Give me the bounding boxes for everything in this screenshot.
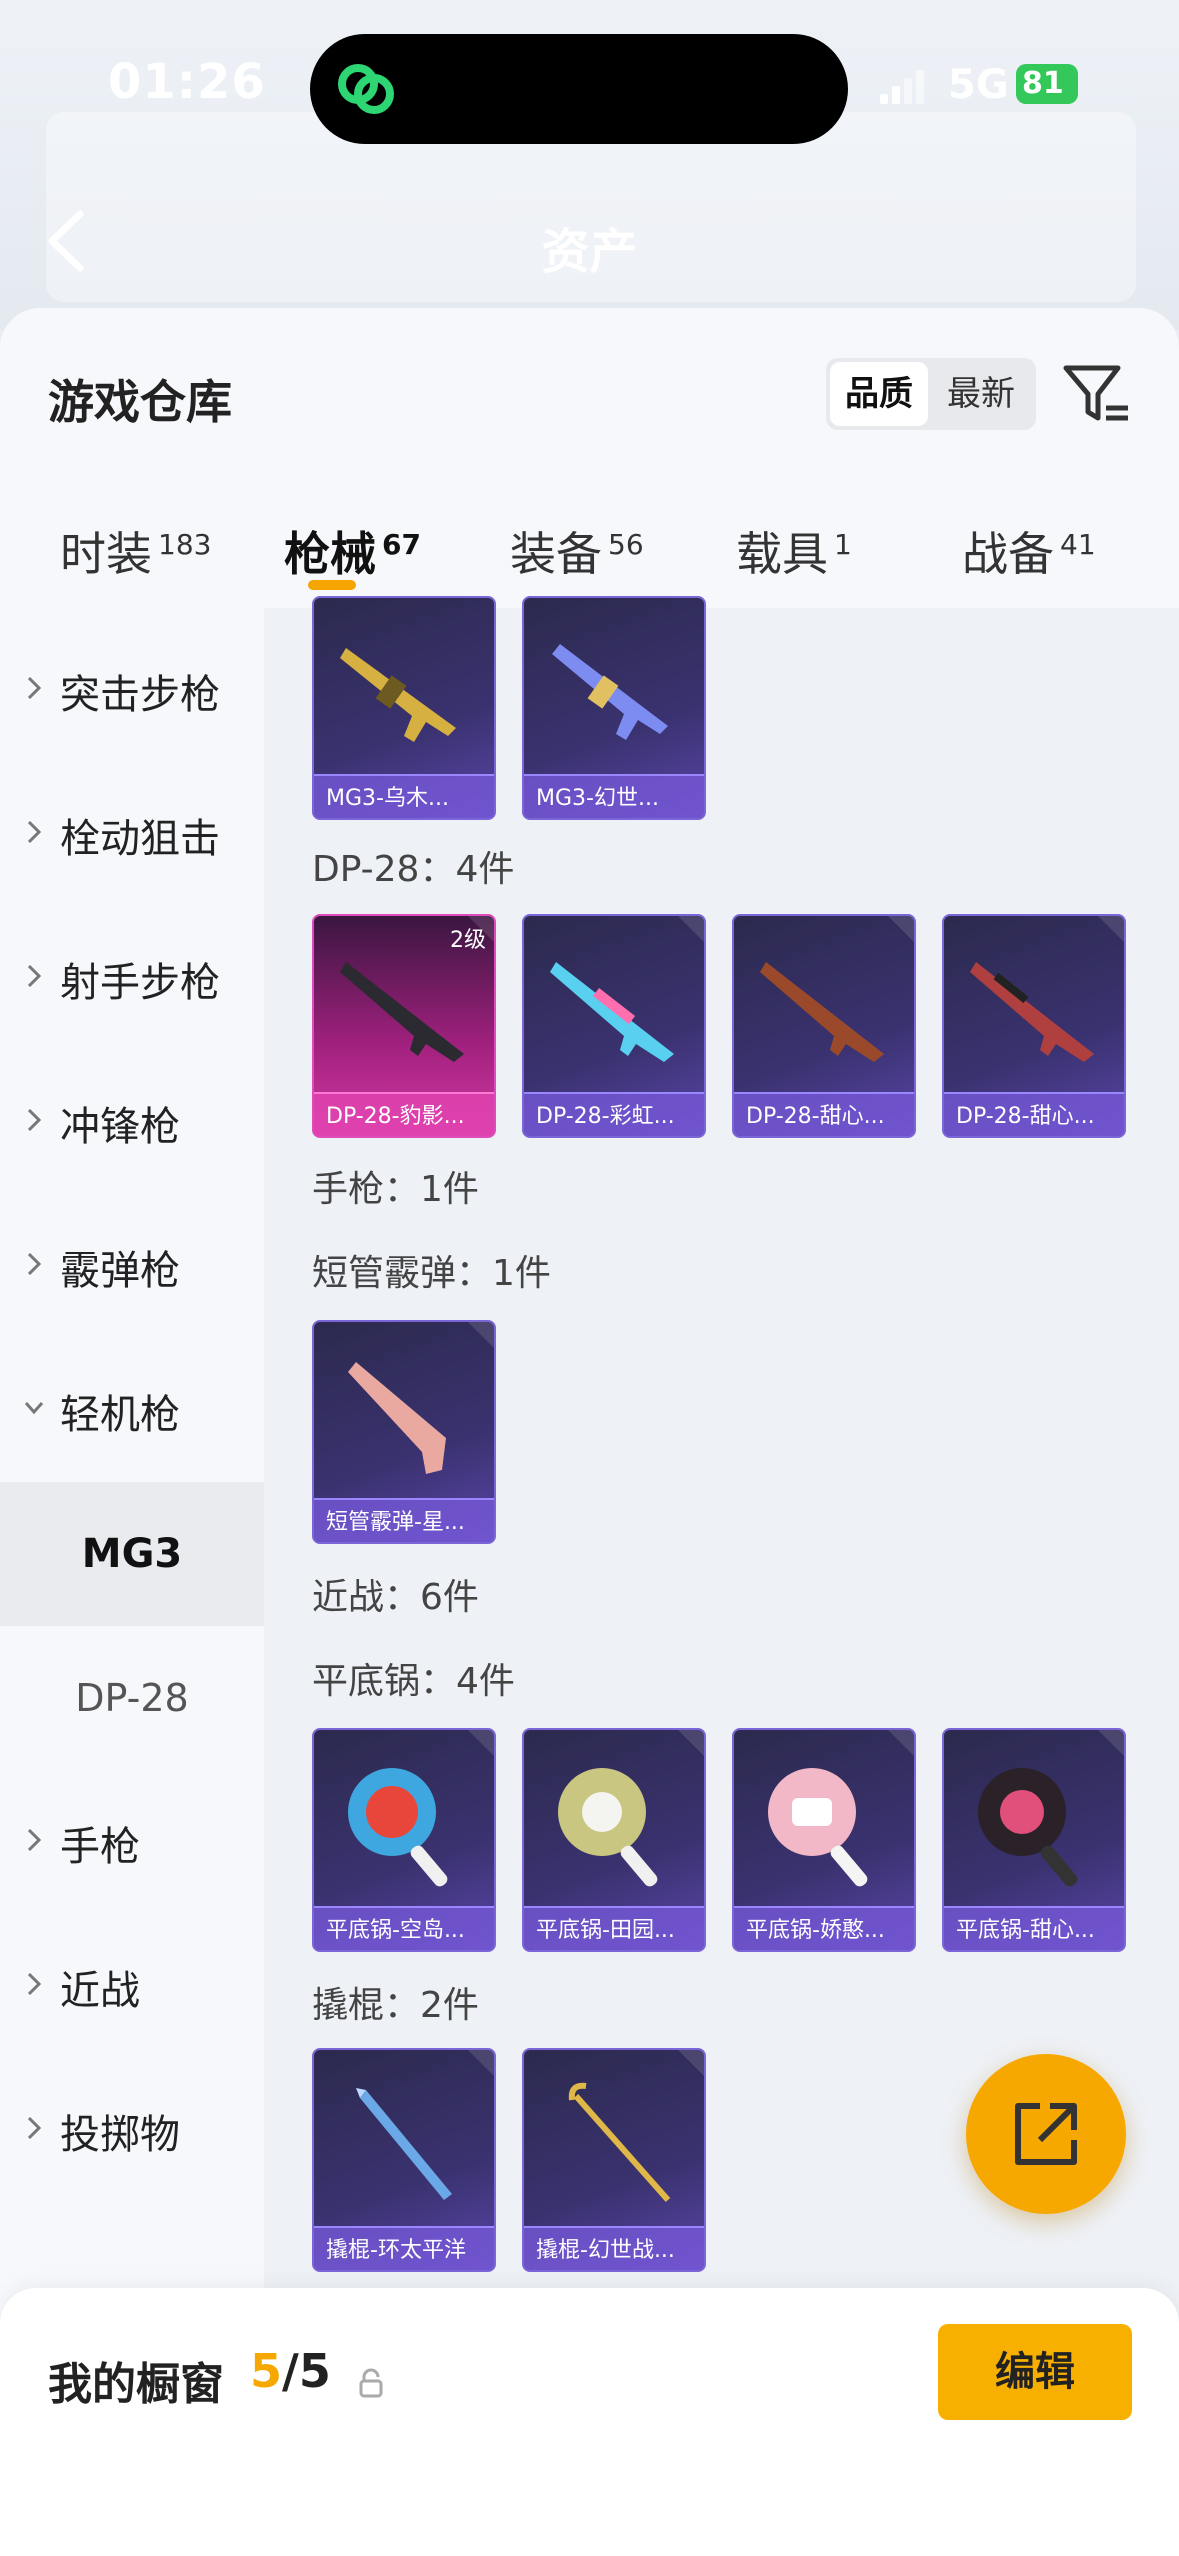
warehouse-title: 游戏仓库: [48, 375, 232, 429]
shotgun-icon: [348, 1362, 446, 1474]
showcase-count: 5/5: [250, 2344, 331, 2398]
item-name: 短管霰弹-星...: [326, 1510, 465, 1535]
sidebar-item-lmg[interactable]: 轻机枪: [0, 1358, 264, 1458]
item-card[interactable]: MG3-幻世...: [522, 596, 706, 820]
rifle-icon: [970, 962, 1094, 1062]
page-title: 资产: [541, 224, 638, 280]
section-label-pan: 平底锅：4件: [312, 1661, 515, 1702]
chevron-right-icon: [27, 1108, 42, 1132]
item-name: 平底锅-娇憨...: [746, 1918, 885, 1943]
app-logo-icon: [338, 64, 394, 114]
sort-newest-button[interactable]: 最新: [930, 362, 1032, 426]
category-tabs: 时装 183 枪械 67 装备 56 载具 1 战备 41: [0, 508, 1179, 608]
item-card[interactable]: 撬棍-幻世战...: [522, 2048, 706, 2272]
showcase-title: 我的橱窗: [48, 2359, 224, 2410]
frying-pan-icon: [768, 1768, 868, 1887]
item-card[interactable]: 平底锅-空岛...: [312, 1728, 496, 1952]
sidebar-item-marksman-rifle[interactable]: 射手步枪: [0, 926, 264, 1026]
chevron-right-icon: [27, 1252, 42, 1276]
item-name: MG3-乌木...: [326, 786, 449, 811]
status-time: 01:26: [108, 54, 266, 110]
panel-header: 游戏仓库 品质 最新 时装 183 枪械 67 装备 56 载具 1 战备 41: [0, 308, 1179, 608]
item-card[interactable]: DP-28-彩虹...: [522, 914, 706, 1138]
sidebar-subitem-mg3[interactable]: MG3: [0, 1482, 264, 1626]
sidebar-item-pistol[interactable]: 手枪: [0, 1790, 264, 1890]
chevron-right-icon: [27, 2116, 42, 2140]
sort-toggle: 品质 最新: [826, 358, 1036, 430]
crowbar-icon: [356, 2088, 452, 2200]
tab-equipment[interactable]: 装备 56: [510, 518, 644, 584]
sidebar-item-assault-rifle[interactable]: 突击步枪: [0, 638, 264, 738]
tab-vehicles[interactable]: 载具 1: [736, 518, 852, 584]
active-tab-indicator: [308, 580, 356, 590]
chevron-down-icon: [24, 1402, 44, 1415]
rifle-icon: [550, 962, 674, 1062]
rifle-icon: [760, 962, 884, 1062]
network-type: 5G: [948, 62, 1009, 108]
item-name: 平底锅-甜心...: [956, 1918, 1095, 1943]
item-name: 撬棍-环太平洋: [326, 2238, 466, 2263]
item-level-badge: 2级: [450, 928, 486, 953]
item-card[interactable]: 短管霰弹-星...: [312, 1320, 496, 1544]
item-name: MG3-幻世...: [536, 786, 659, 811]
section-label-sawed-off: 短管霰弹：1件: [312, 1253, 551, 1294]
item-name: DP-28-甜心...: [746, 1104, 885, 1129]
lock-icon: [359, 2368, 383, 2398]
filter-icon[interactable]: [1060, 358, 1132, 430]
sidebar-item-throwable[interactable]: 投掷物: [0, 2078, 264, 2178]
section-label-crowbar: 撬棍：2件: [312, 1985, 479, 2026]
sort-quality-button[interactable]: 品质: [830, 362, 928, 426]
share-external-icon: [1015, 2103, 1077, 2165]
rifle-icon: [340, 962, 464, 1062]
tab-supplies[interactable]: 战备 41: [962, 518, 1096, 584]
item-card[interactable]: 平底锅-甜心...: [942, 1728, 1126, 1952]
tab-fashion[interactable]: 时装 183: [60, 518, 211, 584]
section-label-dp28: DP-28：4件: [312, 849, 515, 890]
item-card[interactable]: MG3-乌木...: [312, 596, 496, 820]
frying-pan-icon: [978, 1768, 1078, 1887]
item-name: DP-28-彩虹...: [536, 1104, 675, 1129]
section-label-melee: 近战：6件: [312, 1577, 479, 1618]
item-name: 撬棍-幻世战...: [536, 2238, 675, 2263]
chevron-right-icon: [27, 964, 42, 988]
item-card[interactable]: DP-28-甜心...: [942, 914, 1126, 1138]
edit-button[interactable]: 编辑: [938, 2324, 1132, 2420]
frying-pan-icon: [558, 1768, 658, 1887]
share-button[interactable]: [966, 2054, 1126, 2214]
tab-firearms[interactable]: 枪械 67: [284, 518, 421, 584]
sidebar-item-bolt-sniper[interactable]: 栓动狙击: [0, 782, 264, 882]
chevron-right-icon: [27, 820, 42, 844]
machine-gun-icon: [552, 644, 668, 740]
sidebar-item-smg[interactable]: 冲锋枪: [0, 1070, 264, 1170]
item-grid: MG3-乌木... MG3-幻世... DP-28：4件 2级 DP-28-豹影…: [264, 596, 1179, 2556]
frying-pan-icon: [348, 1768, 448, 1887]
dynamic-island: [310, 34, 848, 144]
sidebar-subitem-dp28[interactable]: DP-28: [0, 1626, 264, 1770]
chevron-right-icon: [27, 1828, 42, 1852]
battery-indicator: 81: [1016, 64, 1078, 104]
item-card[interactable]: 2级 DP-28-豹影...: [312, 914, 496, 1138]
section-label-pistol: 手枪：1件: [312, 1169, 479, 1210]
chevron-right-icon: [27, 1972, 42, 1996]
warehouse-panel: 游戏仓库 品质 最新 时装 183 枪械 67 装备 56 载具 1 战备 41 突击步枪…: [0, 308, 1179, 2556]
item-name: DP-28-豹影...: [326, 1104, 465, 1129]
sidebar-item-melee[interactable]: 近战: [0, 1934, 264, 2034]
item-card[interactable]: DP-28-甜心...: [732, 914, 916, 1138]
item-card[interactable]: 撬棍-环太平洋: [312, 2048, 496, 2272]
item-name: 平底锅-田园...: [536, 1918, 675, 1943]
showcase-bar: 我的橱窗 5/5 编辑: [0, 2288, 1179, 2556]
signal-icon: [880, 70, 928, 104]
item-name: DP-28-甜心...: [956, 1104, 1095, 1129]
crowbar-icon: [568, 2082, 671, 2202]
item-card[interactable]: 平底锅-田园...: [522, 1728, 706, 1952]
chevron-right-icon: [27, 676, 42, 700]
item-card[interactable]: 平底锅-娇憨...: [732, 1728, 916, 1952]
machine-gun-icon: [340, 648, 456, 742]
weapon-category-sidebar: 突击步枪 栓动狙击 射手步枪 冲锋枪 霰弹枪 轻机枪 MG3 DP-28 手枪: [0, 608, 264, 2556]
item-name: 平底锅-空岛...: [326, 1918, 465, 1943]
sidebar-item-shotgun[interactable]: 霰弹枪: [0, 1214, 264, 1314]
